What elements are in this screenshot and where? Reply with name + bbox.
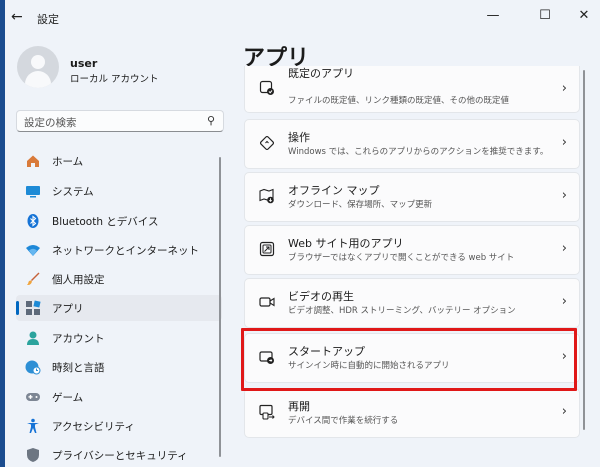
search-input[interactable]	[17, 114, 194, 132]
sidebar-item-privacy[interactable]: プライバシーとセキュリティ	[16, 442, 222, 468]
chevron-right-icon: ›	[561, 135, 567, 150]
sidebar-item-home[interactable]: ホーム	[16, 148, 222, 174]
gamepad-icon	[24, 388, 42, 406]
setting-title: Web サイト用のアプリ	[288, 237, 404, 250]
actions-icon	[258, 134, 276, 152]
sidebar-item-label: 時刻と言語	[52, 361, 105, 374]
sidebar-item-accessibility[interactable]: アクセシビリティ	[16, 413, 222, 439]
sidebar-item-system[interactable]: システム	[16, 178, 222, 204]
globe-clock-icon	[24, 358, 42, 376]
sidebar-item-label: ゲーム	[52, 391, 84, 404]
close-button[interactable]: ✕	[574, 8, 594, 23]
sidebar-item-label: ホーム	[52, 155, 84, 168]
accessibility-icon	[24, 417, 42, 435]
setting-title: オフライン マップ	[288, 184, 380, 197]
setting-title: 操作	[288, 131, 310, 144]
sidebar-item-gaming[interactable]: ゲーム	[16, 384, 222, 410]
setting-card-resume[interactable]: 再開 デバイス間で作業を続行する ›	[244, 388, 580, 438]
sidebar-item-time-language[interactable]: 時刻と言語	[16, 354, 222, 380]
sidebar-item-label: ネットワークとインターネット	[52, 244, 199, 257]
setting-title: ビデオの再生	[288, 290, 354, 303]
sidebar-item-label: アクセシビリティ	[52, 420, 135, 433]
setting-description: デバイス間で作業を続行する	[288, 416, 399, 426]
sidebar-item-label: アプリ	[52, 302, 84, 315]
content-scrollbar[interactable]	[583, 70, 585, 430]
default-apps-icon	[258, 79, 276, 97]
setting-description: Windows では、これらのアプリからのアクションを推奨できます。	[288, 147, 549, 157]
video-icon	[258, 293, 276, 311]
search-box[interactable]: ⚲	[16, 110, 224, 132]
setting-title: 再開	[288, 400, 310, 413]
setting-card-apps-for-websites[interactable]: Web サイト用のアプリ ブラウザーではなくアプリで開くことができる web サ…	[244, 225, 580, 275]
sidebar-item-personalization[interactable]: 個人用設定	[16, 266, 222, 292]
account-icon	[24, 329, 42, 347]
chevron-right-icon: ›	[561, 294, 567, 309]
profile-account-type: ローカル アカウント	[70, 74, 159, 85]
sidebar-item-label: システム	[52, 185, 94, 198]
maximize-button[interactable]: ☐	[535, 8, 555, 23]
sidebar-item-accounts[interactable]: アカウント	[16, 325, 222, 351]
window-title: 設定	[37, 13, 59, 26]
avatar[interactable]	[17, 46, 59, 88]
setting-title: 既定のアプリ	[288, 67, 354, 80]
setting-card-offline-maps[interactable]: オフライン マップ ダウンロード、保存場所、マップ更新 ›	[244, 172, 580, 222]
bluetooth-icon	[24, 212, 42, 230]
chevron-right-icon: ›	[561, 188, 567, 203]
apps-icon	[24, 299, 42, 317]
highlight-box	[241, 328, 577, 391]
chevron-right-icon: ›	[561, 404, 567, 419]
chevron-right-icon: ›	[561, 81, 567, 96]
brush-icon	[24, 270, 42, 288]
setting-description: ビデオ調整、HDR ストリーミング、バッテリー オプション	[288, 306, 516, 316]
profile-name: user	[70, 57, 98, 70]
setting-description: ブラウザーではなくアプリで開くことができる web サイト	[288, 253, 515, 263]
sidebar-item-label: 個人用設定	[52, 273, 105, 286]
avatar-head	[31, 55, 45, 69]
setting-card-video-playback[interactable]: ビデオの再生 ビデオ調整、HDR ストリーミング、バッテリー オプション ›	[244, 278, 580, 328]
system-icon	[24, 182, 42, 200]
minimize-button[interactable]: —	[483, 8, 503, 23]
wifi-icon	[24, 241, 42, 259]
sidebar-item-label: Bluetooth とデバイス	[52, 215, 159, 228]
sidebar-item-network[interactable]: ネットワークとインターネット	[16, 237, 222, 263]
sidebar-scrollbar[interactable]	[219, 157, 221, 457]
sidebar-item-apps[interactable]: アプリ	[16, 295, 222, 321]
home-icon	[24, 152, 42, 170]
setting-description: ダウンロード、保存場所、マップ更新	[288, 200, 433, 210]
setting-card-default-apps[interactable]: 既定のアプリ ファイルの既定値、リンク種類の既定値、その他の既定値 ›	[244, 66, 580, 113]
chevron-right-icon: ›	[561, 241, 567, 256]
sidebar-item-label: プライバシーとセキュリティ	[52, 449, 188, 462]
resume-icon	[258, 403, 276, 421]
sidebar-item-label: アカウント	[52, 332, 105, 345]
search-icon[interactable]: ⚲	[207, 114, 215, 127]
setting-card-actions[interactable]: 操作 Windows では、これらのアプリからのアクションを推奨できます。 ›	[244, 119, 580, 169]
back-icon[interactable]: ←	[11, 9, 23, 25]
web-apps-icon	[258, 240, 276, 258]
avatar-body	[25, 71, 51, 88]
offline-maps-icon	[258, 187, 276, 205]
shield-icon	[24, 446, 42, 464]
selected-indicator	[16, 301, 19, 315]
setting-description: ファイルの既定値、リンク種類の既定値、その他の既定値	[288, 96, 510, 106]
desktop-edge	[0, 0, 5, 467]
sidebar-item-bluetooth[interactable]: Bluetooth とデバイス	[16, 208, 222, 234]
